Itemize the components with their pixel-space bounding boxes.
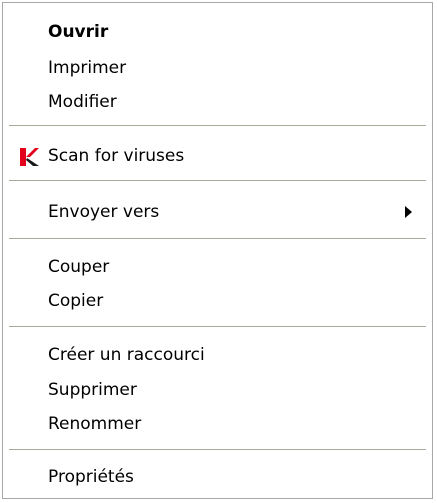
context-menu: Ouvrir Imprimer Modifier Scan for viruse… bbox=[2, 2, 433, 499]
menu-item-scan-viruses[interactable]: Scan for viruses bbox=[3, 139, 432, 173]
menu-item-label: Propriétés bbox=[48, 467, 134, 487]
menu-separator bbox=[9, 449, 426, 450]
menu-item-create-shortcut[interactable]: Créer un raccourci bbox=[3, 338, 432, 372]
menu-item-label: Supprimer bbox=[48, 380, 137, 400]
menu-item-label: Modifier bbox=[48, 92, 117, 112]
menu-item-label: Copier bbox=[48, 291, 104, 311]
menu-item-properties[interactable]: Propriétés bbox=[3, 460, 432, 494]
menu-item-label: Renommer bbox=[48, 414, 142, 434]
menu-item-label: Imprimer bbox=[48, 58, 127, 78]
menu-separator bbox=[9, 125, 426, 126]
menu-item-edit[interactable]: Modifier bbox=[3, 85, 432, 119]
menu-separator bbox=[9, 180, 426, 181]
submenu-arrow-icon bbox=[405, 206, 412, 218]
menu-item-label: Scan for viruses bbox=[48, 146, 185, 166]
menu-item-label: Créer un raccourci bbox=[48, 345, 205, 365]
kaspersky-icon bbox=[20, 148, 39, 166]
menu-item-open[interactable]: Ouvrir bbox=[3, 15, 432, 49]
menu-separator bbox=[9, 238, 426, 239]
menu-item-print[interactable]: Imprimer bbox=[3, 51, 432, 85]
menu-item-cut[interactable]: Couper bbox=[3, 250, 432, 284]
menu-item-label: Couper bbox=[48, 257, 110, 277]
menu-item-send-to[interactable]: Envoyer vers bbox=[3, 195, 432, 229]
menu-item-copy[interactable]: Copier bbox=[3, 284, 432, 318]
menu-item-delete[interactable]: Supprimer bbox=[3, 373, 432, 407]
menu-separator bbox=[9, 326, 426, 327]
menu-item-label: Envoyer vers bbox=[48, 202, 160, 222]
menu-item-rename[interactable]: Renommer bbox=[3, 407, 432, 441]
menu-item-label: Ouvrir bbox=[48, 22, 109, 42]
